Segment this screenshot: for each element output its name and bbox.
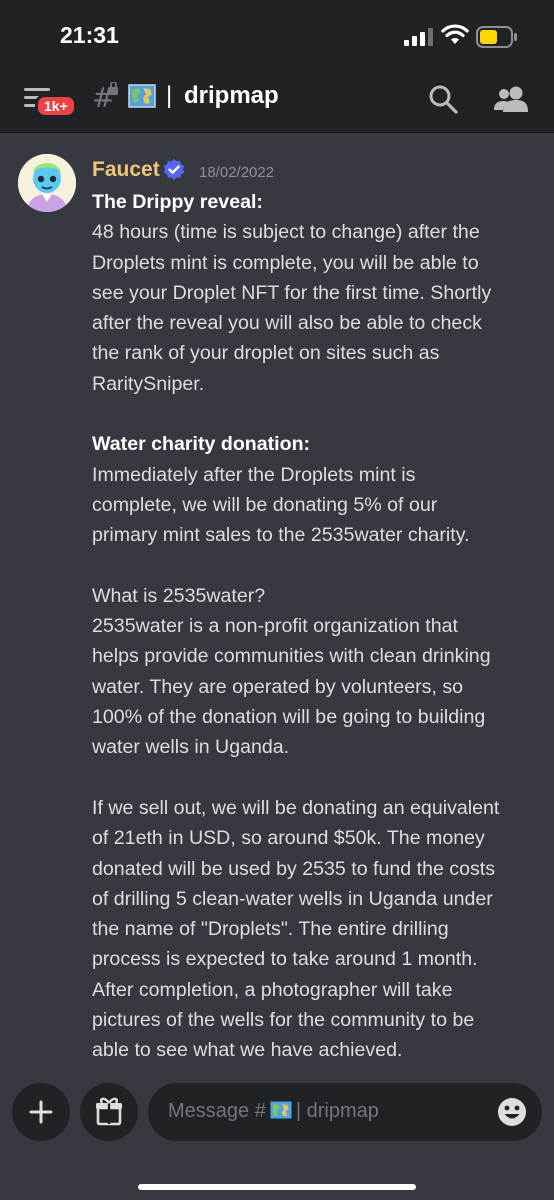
author-avatar[interactable] [18, 154, 76, 212]
message-line: after the reveal you will also be able t… [92, 312, 482, 335]
home-indicator [138, 1184, 416, 1190]
avatar-icon [18, 154, 76, 212]
message-line: water. They are operated by volunteers, … [92, 675, 464, 698]
message-heading-text: Water charity donation: [92, 433, 311, 456]
message-line: Immediately after the Droplets mint is [92, 463, 416, 486]
add-attachment-button[interactable] [12, 1083, 70, 1141]
message-line: the rank of your droplet on sites such a… [92, 342, 440, 365]
status-time: 21:31 [60, 22, 119, 48]
emoji-icon[interactable] [496, 1096, 528, 1128]
channel-title[interactable]: dripmap [184, 82, 279, 110]
message-line: helps provide communities with clean dri… [92, 645, 491, 668]
members-icon[interactable] [494, 84, 528, 114]
placeholder-prefix: Message # [168, 1100, 266, 1122]
search-icon[interactable] [428, 84, 458, 114]
battery-icon [476, 26, 517, 48]
notification-badge: 1k+ [35, 94, 77, 118]
message-heading: Water charity donation: [92, 429, 542, 459]
message-line: Droplets mint is complete, you will be a… [92, 251, 479, 274]
message-line: water wells in Uganda. [92, 736, 290, 759]
message-body: The Drippy reveal: 48 hours (time is subj… [92, 187, 542, 1066]
message-line: 48 hours (time is subject to change) aft… [92, 221, 480, 244]
wifi-icon [441, 24, 469, 44]
message-line: After completion, a photographer will ta… [92, 978, 453, 1001]
message-line: RaritySniper. [92, 372, 205, 395]
channel-separator: | [166, 82, 173, 109]
message-line: see your Droplet NFT for the first time.… [92, 281, 492, 304]
svg-text:#: # [92, 82, 115, 112]
message-line: What is 2535water? [92, 584, 266, 607]
message-timestamp: 18/02/2022 [199, 164, 275, 181]
message-line: able to see what we have achieved. [92, 1039, 403, 1062]
message-line: process is expected to take around 1 mon… [92, 948, 478, 971]
message-line: 2535water is a non-profit organization t… [92, 615, 458, 638]
message-line: If we sell out, we will be donating an e… [92, 796, 500, 819]
verified-icon [163, 159, 185, 180]
message-composer [0, 1068, 554, 1200]
message-placeholder: Message # | dripmap [168, 1100, 379, 1123]
message-line: the name of "Droplets". The entire drill… [92, 918, 449, 941]
placeholder-suffix: | dripmap [295, 1100, 379, 1122]
message-line: 100% of the donation will be going to bu… [92, 706, 486, 729]
signal-icon [404, 28, 433, 46]
message-line: pictures of the wells for the community … [92, 1009, 475, 1032]
message-heading: The Drippy reveal: [92, 187, 542, 217]
message-line: donated will be used by 2535 to fund the… [92, 857, 496, 880]
message-heading-text: The Drippy reveal: [92, 191, 263, 213]
map-emoji-icon [128, 84, 156, 108]
map-emoji-icon [270, 1101, 292, 1119]
hash-lock-icon: # [92, 82, 118, 112]
message-line: of drilling 5 clean-water wells in Ugand… [92, 887, 493, 910]
gift-button[interactable] [80, 1083, 138, 1141]
gift-icon [96, 1097, 122, 1126]
plus-icon [29, 1100, 53, 1124]
message-line: complete, we will be donating 5% of our [92, 493, 438, 516]
message-line: primary mint sales to the 2535water char… [92, 524, 470, 547]
message-line: of 21eth in USD, so around $50k. The mon… [92, 827, 485, 850]
author-name[interactable]: Faucet [92, 158, 160, 182]
